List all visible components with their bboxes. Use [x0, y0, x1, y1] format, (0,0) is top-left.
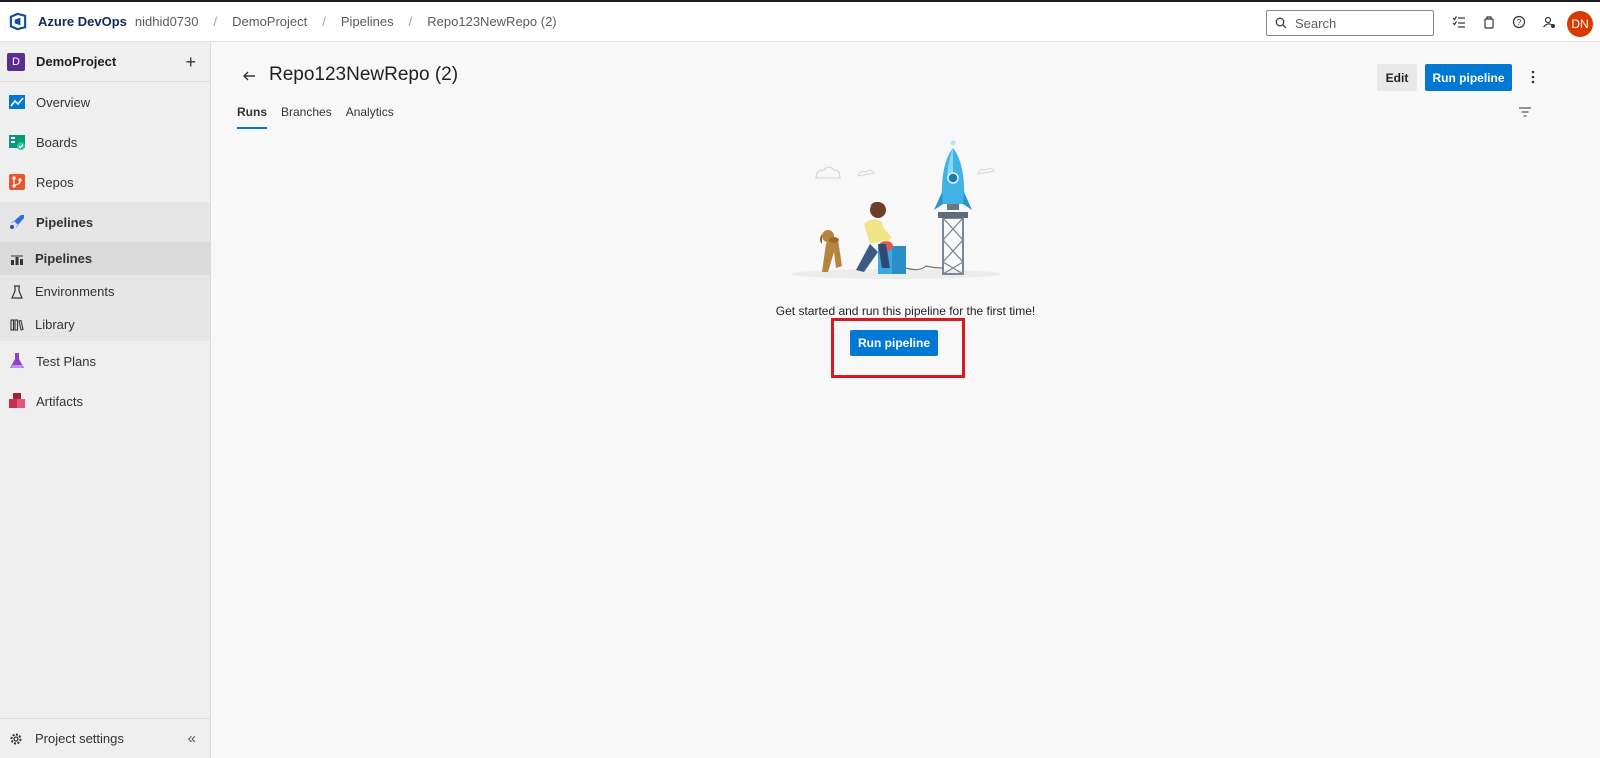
overview-icon [7, 92, 27, 112]
artifacts-icon [7, 391, 27, 411]
test-plans-icon [7, 351, 27, 371]
svg-text:?: ? [1517, 18, 1522, 27]
breadcrumb-pipeline[interactable]: Repo123NewRepo (2) [427, 14, 556, 29]
breadcrumb-organization[interactable]: nidhid0730 [135, 14, 199, 29]
pipelines-icon [7, 212, 27, 232]
project-settings[interactable]: Project settings « [0, 718, 210, 758]
sidebar-item-boards[interactable]: Boards [0, 122, 210, 162]
sidebar-item-artifacts[interactable]: Artifacts [0, 381, 210, 421]
sidebar-item-label: Pipelines [36, 214, 94, 230]
filter-icon[interactable] [1518, 106, 1532, 118]
user-settings-icon[interactable] [1541, 14, 1557, 30]
breadcrumb-project[interactable]: DemoProject [232, 14, 307, 29]
brand-name: Azure DevOps [38, 14, 127, 29]
search-icon [1275, 17, 1287, 29]
help-icon[interactable]: ? [1511, 14, 1527, 30]
sidebar-subitem-environments[interactable]: Environments [0, 275, 210, 308]
environments-icon [9, 284, 25, 300]
tab-bar: Runs Branches Analytics [237, 105, 394, 129]
search-input[interactable] [1295, 15, 1425, 31]
sidebar-subitem-library[interactable]: Library [0, 308, 210, 341]
breadcrumb-separator: / [408, 14, 413, 29]
sidebar-subitem-label: Library [35, 317, 75, 332]
sidebar: D DemoProject + Overview Boards Repos Pi… [0, 42, 211, 758]
gear-icon [9, 732, 23, 746]
sidebar-item-pipelines[interactable]: Pipelines [0, 202, 210, 242]
collapse-sidebar-icon[interactable]: « [188, 730, 196, 747]
sidebar-item-overview[interactable]: Overview [0, 82, 210, 122]
sidebar-subitem-label: Environments [35, 284, 115, 299]
breadcrumb-separator: / [213, 14, 218, 29]
tab-runs[interactable]: Runs [237, 105, 267, 129]
breadcrumb: nidhid0730 / DemoProject / Pipelines / R… [135, 14, 557, 29]
sidebar-item-repos[interactable]: Repos [0, 162, 210, 202]
tab-branches[interactable]: Branches [281, 105, 332, 129]
sidebar-item-label: Repos [36, 174, 74, 190]
top-icons: ? [1451, 14, 1557, 30]
more-options-icon[interactable] [1529, 69, 1537, 85]
run-pipeline-cta-button[interactable]: Run pipeline [850, 330, 938, 356]
brand[interactable]: Azure DevOps [9, 12, 127, 31]
sidebar-subitem-label: Pipelines [35, 251, 93, 266]
sidebar-subitem-pipelines[interactable]: Pipelines [0, 242, 210, 275]
rocket-launch-illustration [791, 140, 1001, 279]
shopping-bag-icon[interactable] [1481, 14, 1497, 30]
boards-icon [7, 132, 27, 152]
empty-state-message: Get started and run this pipeline for th… [775, 304, 1036, 318]
project-badge: D [7, 52, 25, 71]
sidebar-item-label: Boards [36, 134, 78, 150]
sidebar-item-label: Artifacts [36, 393, 83, 409]
repos-icon [7, 172, 27, 192]
page-title: Repo123NewRepo (2) [269, 64, 459, 85]
tab-analytics[interactable]: Analytics [346, 105, 394, 129]
breadcrumb-separator: / [322, 14, 326, 29]
project-name: DemoProject [36, 54, 117, 69]
main-content: Repo123NewRepo (2) Edit Run pipeline Run… [211, 42, 1600, 758]
pipelines-list-icon [9, 251, 25, 267]
sidebar-item-label: Test Plans [36, 353, 96, 369]
avatar[interactable]: DN [1567, 11, 1593, 37]
sidebar-item-label: Overview [36, 94, 91, 110]
edit-button[interactable]: Edit [1377, 64, 1417, 91]
azure-devops-logo-icon [9, 12, 27, 31]
sidebar-item-test-plans[interactable]: Test Plans [0, 341, 210, 381]
search-box[interactable] [1266, 10, 1434, 36]
back-arrow-icon[interactable] [241, 68, 257, 84]
library-icon [9, 317, 25, 333]
top-bar: Azure DevOps nidhid0730 / DemoProject / … [0, 0, 1600, 42]
task-list-icon[interactable] [1451, 14, 1467, 30]
run-pipeline-button[interactable]: Run pipeline [1425, 64, 1512, 91]
breadcrumb-pipelines[interactable]: Pipelines [341, 14, 394, 29]
project-settings-label: Project settings [35, 731, 124, 746]
add-icon[interactable]: + [185, 53, 196, 71]
project-header[interactable]: D DemoProject + [0, 42, 210, 82]
